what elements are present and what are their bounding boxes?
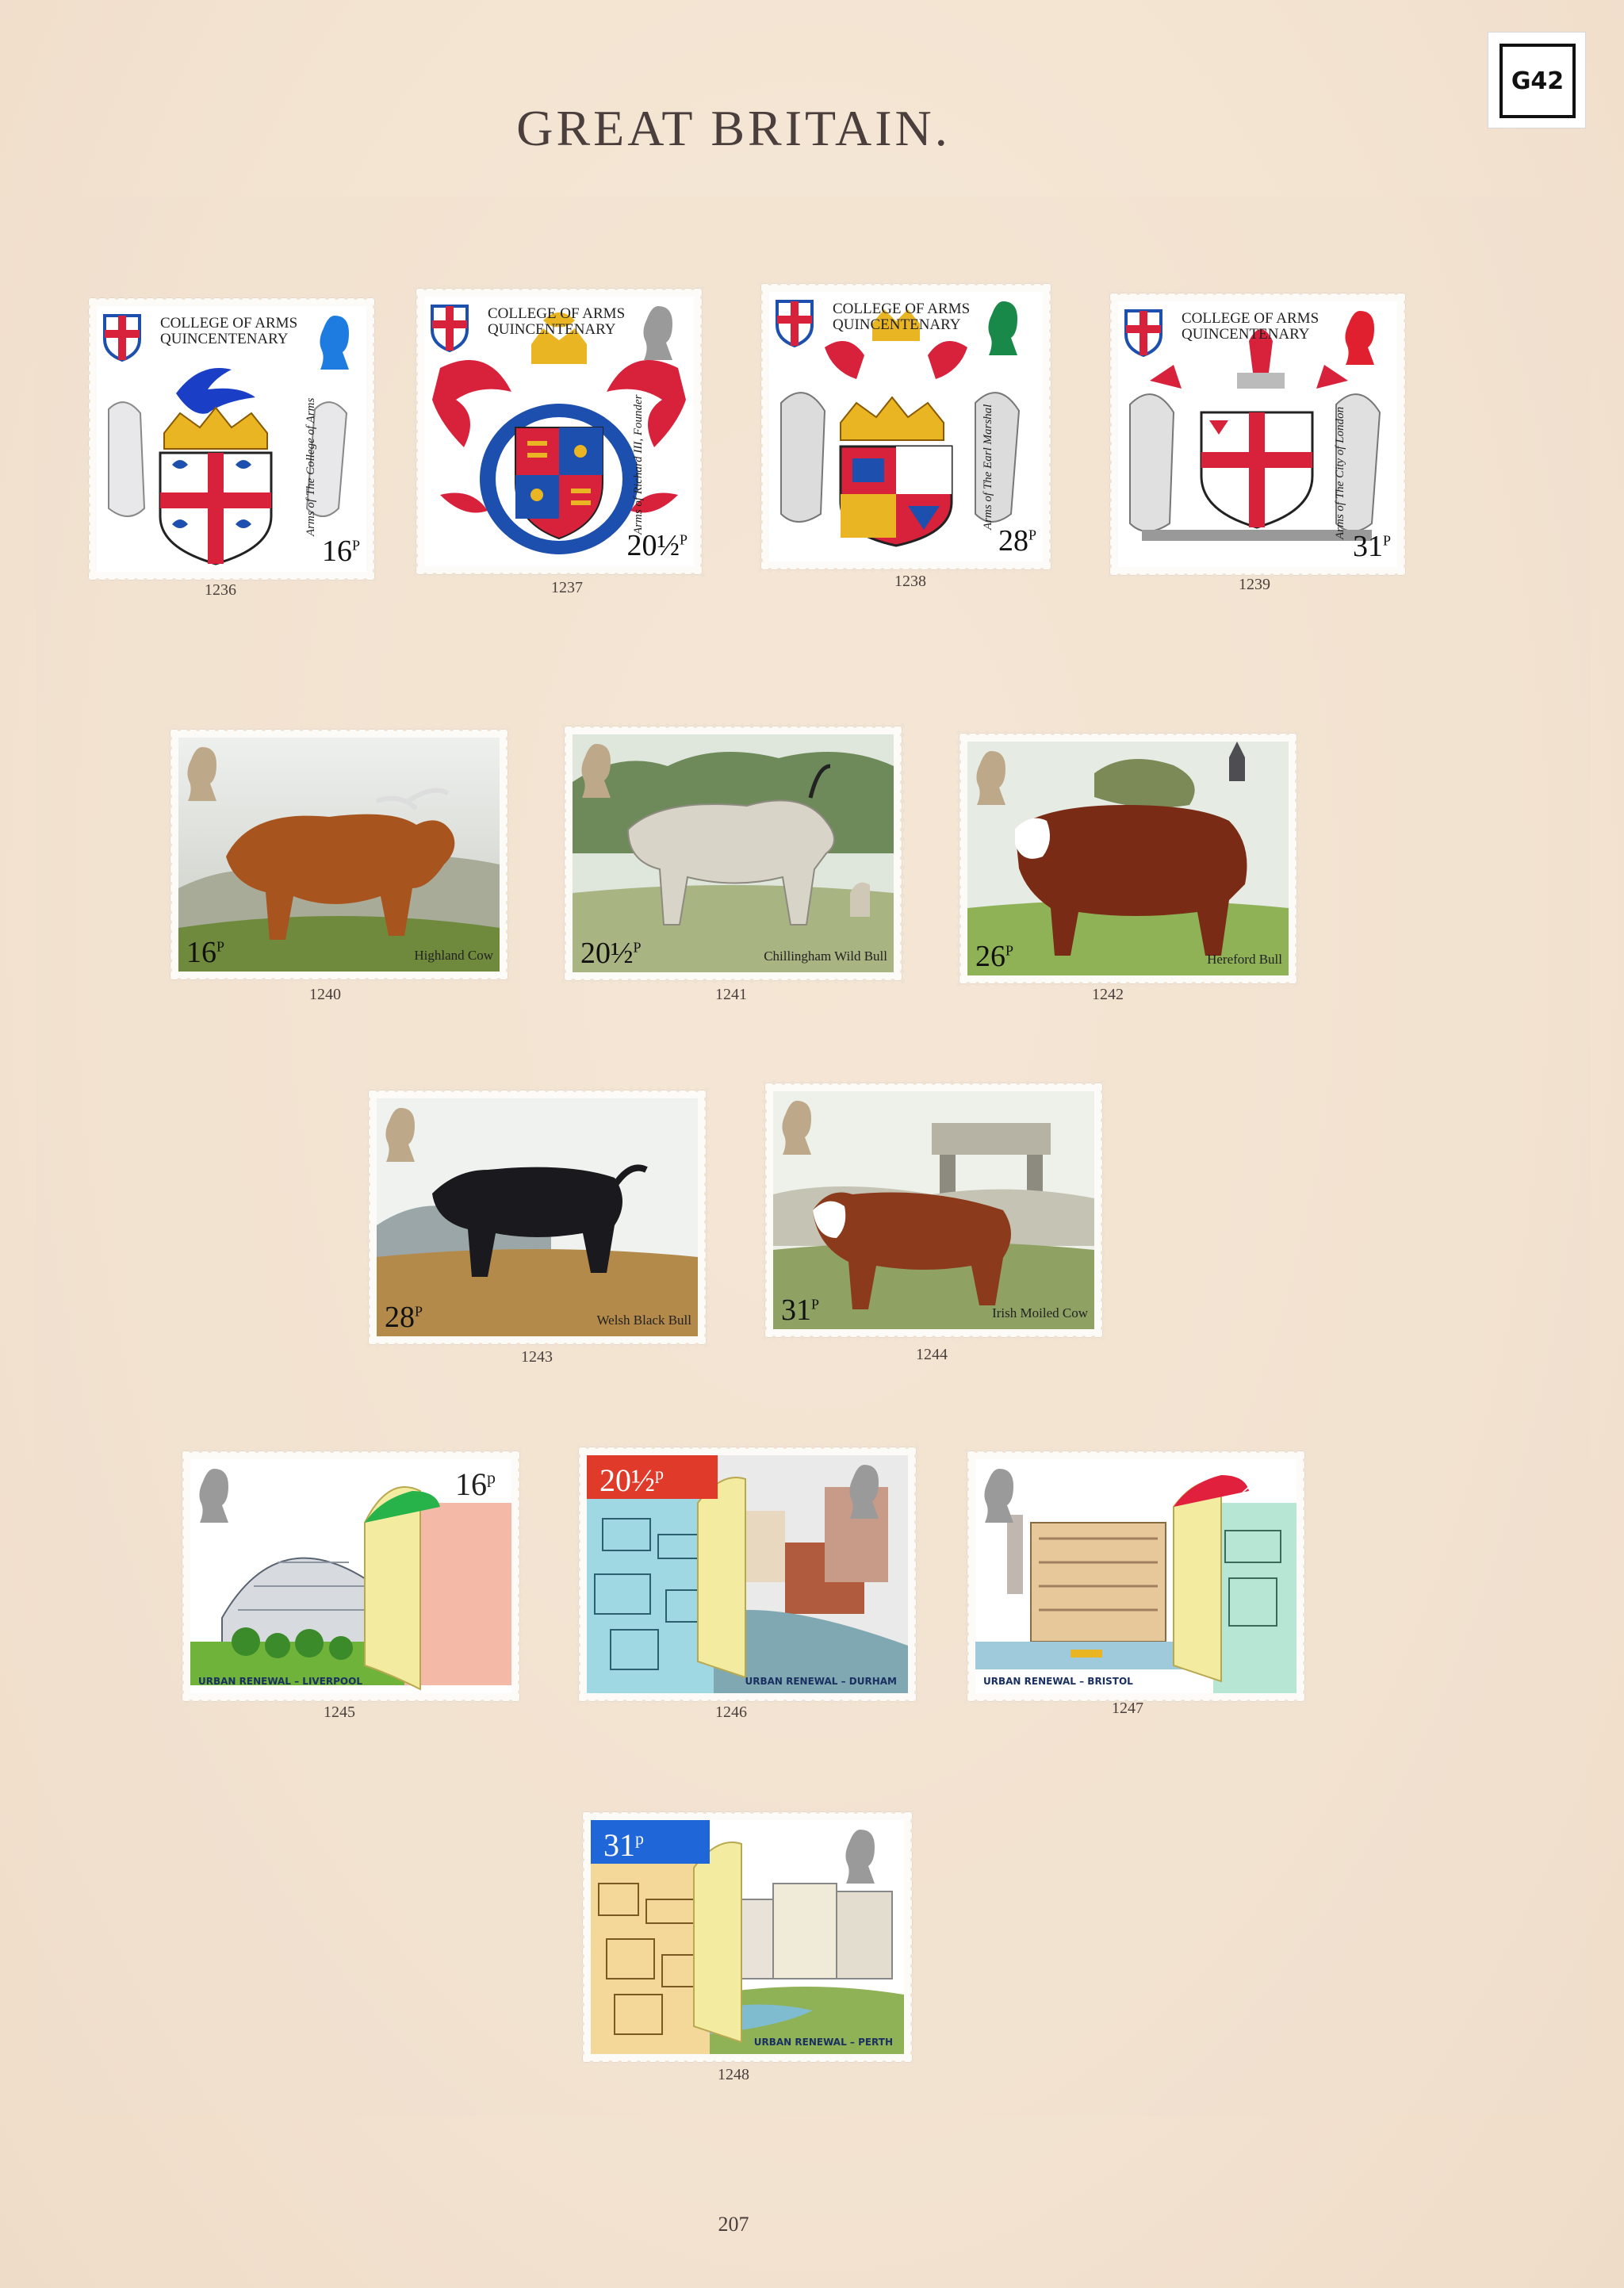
catalog-number: 1242 <box>1092 986 1124 1003</box>
stamp-irish-moiled-cow[interactable]: 31P Irish Moiled Cow <box>762 1080 1105 1340</box>
stamp-caption: Arms of Richard III, Founder <box>632 394 645 535</box>
stamp-caption: URBAN RENEWAL – LIVERPOOL <box>198 1676 362 1687</box>
welsh-black-bull-illustration <box>377 1098 698 1336</box>
catalog-number: 1239 <box>1239 576 1270 593</box>
stamp-caption: Arms of The College of Arms <box>304 397 317 536</box>
highland-cow-illustration <box>178 738 500 972</box>
catalog-number: 1236 <box>205 581 236 599</box>
stamp-arms-richard[interactable]: COLLEGE OF ARMS QUINCENTENARY Arms of Ri… <box>413 286 705 577</box>
catalog-number: 1243 <box>521 1348 553 1366</box>
page-title: GREAT BRITAIN. <box>516 100 951 156</box>
catalog-number: 1240 <box>309 986 341 1003</box>
stamp-value: 31P <box>781 1293 820 1327</box>
stamp-urban-renewal-perth[interactable]: 31p URBAN RENEWAL – PERTH <box>580 1809 915 2065</box>
catalog-number: 1241 <box>715 986 747 1003</box>
stamp-arms-earl-marshal[interactable]: COLLEGE OF ARMS QUINCENTENARY Arms of Th… <box>758 281 1054 573</box>
stamp-caption: Arms of The City of London <box>1334 406 1346 539</box>
catalog-number: 1246 <box>715 1704 747 1721</box>
stamp-value: 28p <box>1240 1466 1281 1502</box>
stamp-value: 28P <box>385 1301 423 1334</box>
stamp-value: 20½p <box>599 1462 664 1498</box>
stamp-urban-renewal-bristol[interactable]: 28p URBAN RENEWAL – BRISTOL <box>964 1448 1308 1704</box>
stamp-header: COLLEGE OF ARMS QUINCENTENARY <box>833 301 971 333</box>
stamp-value: 20½P <box>580 937 642 970</box>
stamp-caption: Highland Cow <box>414 948 493 963</box>
irish-moiled-cow-illustration <box>773 1091 1094 1329</box>
catalog-number: 1245 <box>324 1704 355 1721</box>
stamp-value: 16p <box>455 1466 496 1502</box>
catalog-number: 1247 <box>1112 1700 1143 1717</box>
stamp-value: 16P <box>186 936 225 969</box>
stamp-caption: Irish Moiled Cow <box>992 1305 1088 1320</box>
stamp-chillingham-wild-bull[interactable]: 20½P Chillingham Wild Bull <box>561 723 905 983</box>
stamp-header: COLLEGE OF ARMS QUINCENTENARY <box>1182 310 1320 343</box>
stamp-caption: URBAN RENEWAL – PERTH <box>753 2037 893 2048</box>
catalog-number: 1237 <box>551 579 583 596</box>
stamp-value: 26P <box>975 940 1014 973</box>
stamp-arms-college[interactable]: COLLEGE OF ARMS QUINCENTENARY Arms of Th… <box>86 295 377 583</box>
stamp-urban-renewal-liverpool[interactable]: 16p URBAN RENEWAL – LIVERPOOL <box>179 1448 523 1704</box>
hereford-bull-illustration <box>967 742 1289 975</box>
stamp-caption: URBAN RENEWAL – DURHAM <box>745 1676 897 1687</box>
stamp-welsh-black-bull[interactable]: 28P Welsh Black Bull <box>366 1087 709 1347</box>
stamp-value: 31p <box>603 1827 644 1863</box>
stamp-header: COLLEGE OF ARMS QUINCENTENARY <box>488 305 626 338</box>
stamp-arms-city-of-london[interactable]: COLLEGE OF ARMS QUINCENTENARY Arms of Th… <box>1107 290 1408 578</box>
stamp-caption: Chillingham Wild Bull <box>764 949 887 964</box>
stamp-caption: Welsh Black Bull <box>596 1313 691 1328</box>
stamp-caption: Arms of The Earl Marshal <box>982 404 994 530</box>
stamp-highland-cow[interactable]: 16P Highland Cow <box>167 726 511 983</box>
stamp-value: 28P <box>998 524 1036 558</box>
catalog-number: 1248 <box>718 2066 749 2083</box>
album-page: G42 GREAT BRITAIN. COLLEGE OF ARMS QUINC… <box>0 0 1624 2288</box>
stamp-value: 31P <box>1352 530 1391 563</box>
stamp-header: COLLEGE OF ARMS QUINCENTENARY <box>160 315 298 347</box>
stamp-caption: URBAN RENEWAL – BRISTOL <box>983 1676 1133 1687</box>
stamp-urban-renewal-durham[interactable]: 20½p URBAN RENEWAL – DURHAM <box>576 1444 919 1704</box>
catalog-number: 1238 <box>894 573 926 590</box>
stamp-caption: Hereford Bull <box>1207 952 1282 967</box>
reference-label: G42 <box>1488 32 1586 128</box>
stamp-value: 16P <box>321 535 360 568</box>
page-number: 207 <box>718 2213 749 2236</box>
stamp-hereford-bull[interactable]: 26P Hereford Bull <box>956 730 1300 987</box>
stamp-value: 20½P <box>626 529 688 562</box>
reference-code: G42 <box>1500 44 1576 118</box>
catalog-number: 1244 <box>916 1346 948 1363</box>
